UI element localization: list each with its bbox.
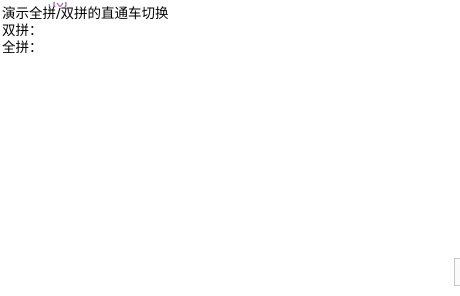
page-title: 演示全拼/双拼的直通车切换 [2,6,169,22]
shuangpin-row: 双拼： [2,23,169,40]
demo-content: 演示全拼/双拼的直通车切换 双拼： 全拼： [2,6,169,57]
shuangpin-label: 双拼： [2,23,43,39]
quanpin-row: 全拼： [2,40,169,57]
quanpin-label: 全拼： [2,40,43,56]
window-edge-scrollbar[interactable] [454,258,460,286]
